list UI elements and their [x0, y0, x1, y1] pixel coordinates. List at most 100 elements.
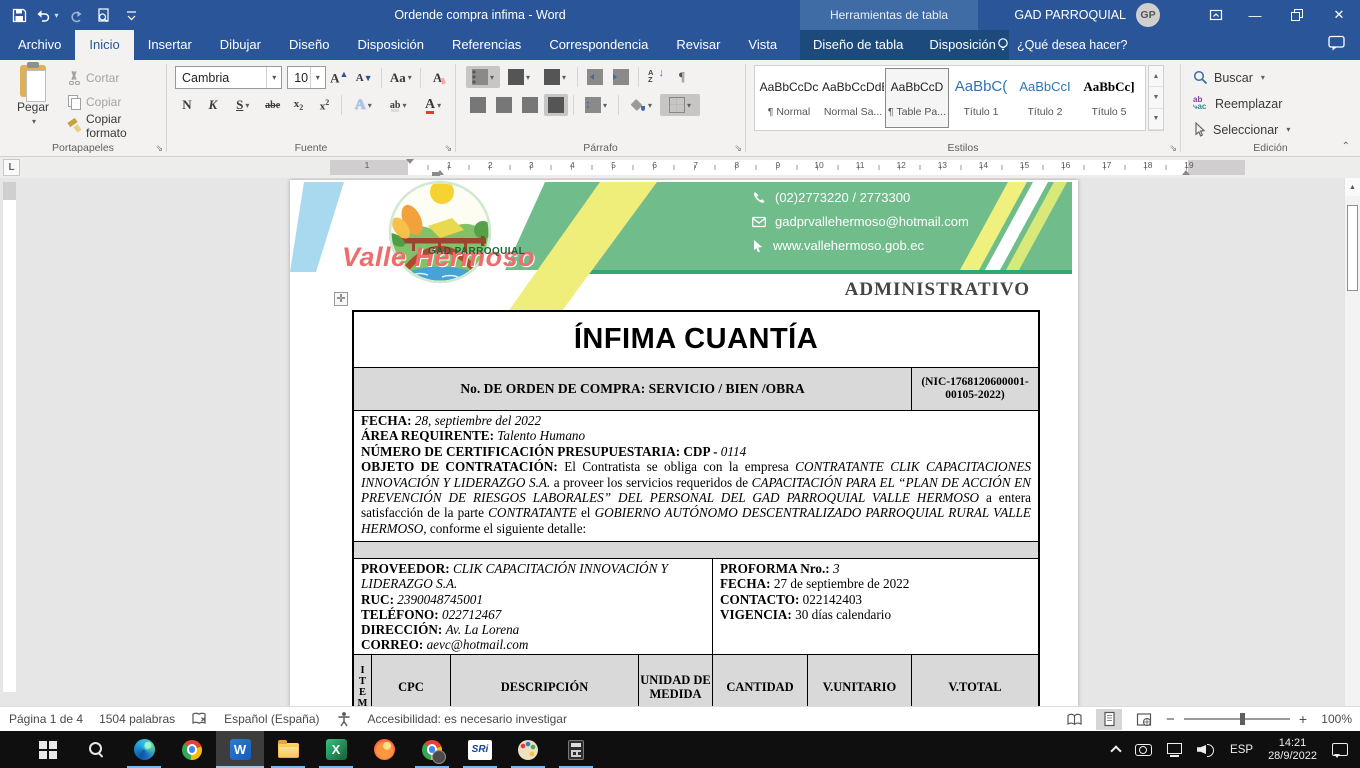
numbering-button[interactable]: ▾	[502, 66, 536, 88]
sort-button[interactable]: AZ	[644, 66, 668, 88]
change-case-button[interactable]: Aa▾	[387, 67, 416, 89]
right-indent-marker[interactable]	[1182, 166, 1190, 175]
save-button[interactable]	[6, 2, 32, 28]
bullets-button[interactable]: ▾	[466, 66, 500, 88]
bold-button[interactable]: N	[175, 94, 199, 116]
decrease-indent-button[interactable]	[583, 66, 607, 88]
sri-taskbar-button[interactable]: SRi	[456, 731, 504, 768]
tab-vista[interactable]: Vista	[734, 30, 791, 60]
zoom-slider[interactable]	[1184, 718, 1290, 720]
word-count[interactable]: 1504 palabras	[99, 712, 175, 726]
collapse-ribbon-icon[interactable]: ⌃	[1342, 141, 1350, 152]
zoom-out-button[interactable]: −	[1166, 711, 1175, 728]
contextual-tab-diseno-de-tabla[interactable]: Diseño de tabla	[800, 30, 916, 60]
align-center-button[interactable]	[492, 94, 516, 116]
styles-more-icon[interactable]: ▼	[1149, 109, 1163, 130]
first-line-indent-marker[interactable]	[406, 159, 414, 168]
highlight-button[interactable]: ab▾	[381, 94, 415, 116]
contextual-tab-disposicion[interactable]: Disposición	[916, 30, 1008, 60]
comments-button[interactable]	[1328, 35, 1346, 55]
underline-button[interactable]: S▾	[227, 94, 259, 116]
styles-dialog-launcher-icon[interactable]: ⇘	[1169, 143, 1177, 154]
align-right-button[interactable]	[518, 94, 542, 116]
ribbon-display-options-button[interactable]	[1198, 0, 1234, 30]
style-titulo-5[interactable]: AaBbCc]Título 5	[1077, 68, 1141, 128]
restore-button[interactable]	[1276, 0, 1318, 30]
start-taskbar-button[interactable]	[24, 731, 72, 768]
clipboard-dialog-launcher-icon[interactable]: ⇘	[155, 143, 163, 154]
proofing-error-icon[interactable]	[191, 711, 208, 727]
paste-button[interactable]: Pegar ▾	[8, 65, 58, 137]
tell-me-box[interactable]: ¿Qué desea hacer?	[996, 30, 1128, 60]
calculator-taskbar-button[interactable]	[552, 731, 600, 768]
clear-formatting-button[interactable]: A	[426, 67, 449, 89]
print-preview-button[interactable]	[90, 2, 116, 28]
tab-referencias[interactable]: Referencias	[438, 30, 535, 60]
font-dialog-launcher-icon[interactable]: ⇘	[444, 143, 452, 154]
paste-dropdown-arrow[interactable]: ▾	[32, 117, 36, 126]
action-center-icon[interactable]	[1332, 743, 1348, 756]
style-titulo-2[interactable]: AaBbCcITítulo 2	[1013, 68, 1077, 128]
show-marks-button[interactable]: ¶	[670, 66, 694, 88]
replace-button[interactable]: ab⤷ac Reemplazar	[1193, 92, 1290, 115]
web-layout-button[interactable]	[1131, 709, 1157, 730]
left-indent-marker[interactable]	[432, 172, 440, 176]
clock[interactable]: 14:21 28/9/2022	[1268, 737, 1317, 763]
language-indicator[interactable]: ESP	[1230, 744, 1253, 756]
shading-button[interactable]: ▾	[624, 94, 658, 116]
grow-font-button[interactable]: A▲	[328, 67, 351, 89]
undo-button[interactable]: ▾	[34, 2, 60, 28]
document-page[interactable]: Valle Hermoso GAD PARROQUIAL (02)2773220…	[290, 180, 1078, 706]
firefox-taskbar-button[interactable]	[360, 731, 408, 768]
close-button[interactable]: ✕	[1318, 0, 1360, 30]
file-explorer-taskbar-button[interactable]	[264, 731, 312, 768]
vertical-ruler[interactable]	[3, 182, 16, 692]
style--table-pa-[interactable]: AaBbCcD¶ Table Pa...	[885, 68, 949, 128]
borders-button[interactable]: ▾	[660, 94, 700, 116]
customize-qat-button[interactable]	[118, 2, 144, 28]
zoom-slider-thumb[interactable]	[1240, 713, 1245, 725]
account[interactable]: GAD PARROQUIAL GP	[1014, 0, 1160, 30]
justify-button[interactable]	[544, 94, 568, 116]
styles-scroll-up-icon[interactable]: ▲	[1149, 66, 1163, 87]
scrollbar-thumb[interactable]	[1347, 205, 1358, 291]
order-table[interactable]: ÍNFIMA CUANTÍA No. DE ORDEN DE COMPRA: S…	[352, 310, 1040, 706]
tab-insertar[interactable]: Insertar	[134, 30, 206, 60]
excel-taskbar-button[interactable]: X	[312, 731, 360, 768]
italic-button[interactable]: K	[201, 94, 225, 116]
tab-diseno[interactable]: Diseño	[275, 30, 343, 60]
accessibility-icon[interactable]	[336, 711, 352, 727]
strikethrough-button[interactable]: abe	[261, 94, 285, 116]
paint-taskbar-button[interactable]	[504, 731, 552, 768]
language-status[interactable]: Español (España)	[224, 712, 319, 726]
subscript-button[interactable]: x2	[287, 94, 311, 116]
chrome-taskbar-button[interactable]	[168, 731, 216, 768]
tab-disposicion[interactable]: Disposición	[343, 30, 437, 60]
tab-stop-selector[interactable]: L	[3, 159, 20, 176]
tab-revisar[interactable]: Revisar	[662, 30, 734, 60]
accessibility-status[interactable]: Accesibilidad: es necesario investigar	[368, 712, 567, 726]
scroll-up-icon[interactable]: ▲	[1345, 178, 1360, 196]
avatar[interactable]: GP	[1136, 3, 1160, 27]
select-button[interactable]: Seleccionar▾	[1193, 118, 1290, 141]
superscript-button[interactable]: x2	[313, 94, 337, 116]
minimize-button[interactable]: —	[1234, 0, 1276, 30]
line-spacing-button[interactable]: ▾	[579, 94, 613, 116]
page-count[interactable]: Página 1 de 4	[9, 712, 83, 726]
style-normal-sa-[interactable]: AaBbCcDdENormal Sa...	[821, 68, 885, 128]
tab-correspondencia[interactable]: Correspondencia	[535, 30, 662, 60]
style--normal[interactable]: AaBbCcDc¶ Normal	[757, 68, 821, 128]
redo-button[interactable]	[62, 2, 88, 28]
network-icon[interactable]	[1167, 743, 1182, 757]
text-effects-button[interactable]: A▾	[347, 94, 379, 116]
tab-dibujar[interactable]: Dibujar	[206, 30, 275, 60]
multilevel-list-button[interactable]: ▾	[538, 66, 572, 88]
styles-scroll-down-icon[interactable]: ▼	[1149, 87, 1163, 108]
edge-taskbar-button[interactable]	[120, 731, 168, 768]
print-layout-button[interactable]	[1096, 709, 1122, 730]
font-size-combo[interactable]: 10▾	[287, 66, 326, 89]
format-painter-button[interactable]: Copiar formato	[62, 115, 166, 137]
read-mode-button[interactable]	[1061, 709, 1087, 730]
tab-inicio[interactable]: Inicio	[75, 30, 133, 60]
align-left-button[interactable]	[466, 94, 490, 116]
